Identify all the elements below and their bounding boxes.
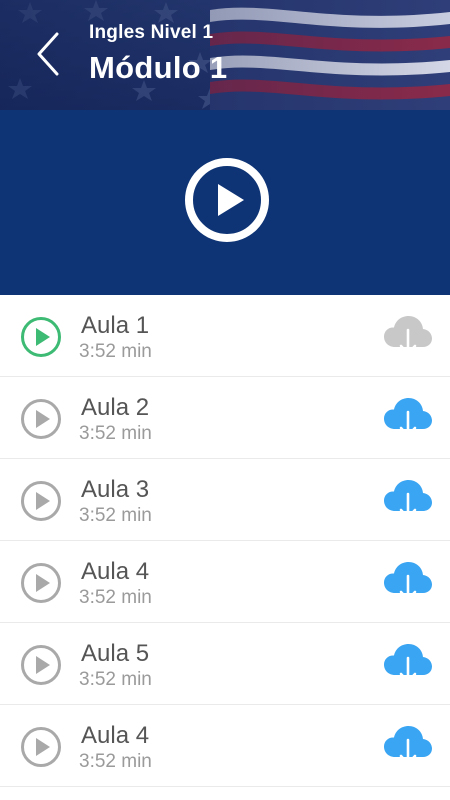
lesson-row[interactable]: Aula 5 3:52 min (0, 623, 450, 705)
cloud-download-icon[interactable] (382, 477, 434, 523)
lesson-duration: 3:52 min (79, 505, 152, 526)
lesson-row[interactable]: Aula 2 3:52 min (0, 377, 450, 459)
lesson-duration: 3:52 min (79, 423, 152, 444)
cloud-download-icon[interactable] (382, 395, 434, 441)
lesson-row[interactable]: Aula 4 3:52 min (0, 541, 450, 623)
cloud-download-icon[interactable] (382, 559, 434, 605)
play-circle-icon[interactable] (20, 726, 62, 768)
play-circle-icon[interactable] (20, 480, 62, 522)
lesson-row[interactable]: Aula 3 3:52 min (0, 459, 450, 541)
play-circle-icon (185, 158, 269, 242)
lesson-list: Aula 1 3:52 min Aula 2 3:52 min Aula 3 3:52 m… (0, 295, 450, 787)
chevron-left-icon (37, 32, 59, 76)
lesson-title: Aula 3 (81, 476, 150, 503)
cloud-download-icon[interactable] (382, 723, 434, 769)
play-circle-icon[interactable] (20, 398, 62, 440)
lesson-title: Aula 2 (81, 394, 150, 421)
page-title: Módulo 1 (89, 50, 228, 85)
video-player (0, 110, 450, 295)
lesson-duration: 3:52 min (79, 669, 152, 690)
back-button[interactable] (28, 28, 68, 80)
cloud-download-icon[interactable] (382, 313, 434, 359)
play-circle-icon[interactable] (20, 644, 62, 686)
lesson-duration: 3:52 min (79, 587, 152, 608)
play-circle-icon[interactable] (20, 316, 62, 358)
lesson-title: Aula 4 (81, 558, 150, 585)
play-circle-icon[interactable] (20, 562, 62, 604)
lesson-title: Aula 4 (81, 722, 150, 749)
course-subtitle: Ingles Nivel 1 (89, 22, 214, 43)
lesson-title: Aula 1 (81, 312, 150, 339)
lesson-duration: 3:52 min (79, 751, 152, 772)
cloud-download-icon[interactable] (382, 641, 434, 687)
lesson-row[interactable]: Aula 4 3:52 min (0, 705, 450, 787)
header-bar: Ingles Nivel 1 Módulo 1 (0, 0, 450, 110)
lesson-title: Aula 5 (81, 640, 150, 667)
lesson-duration: 3:52 min (79, 341, 152, 362)
play-button[interactable] (184, 157, 270, 243)
lesson-row[interactable]: Aula 1 3:52 min (0, 295, 450, 377)
